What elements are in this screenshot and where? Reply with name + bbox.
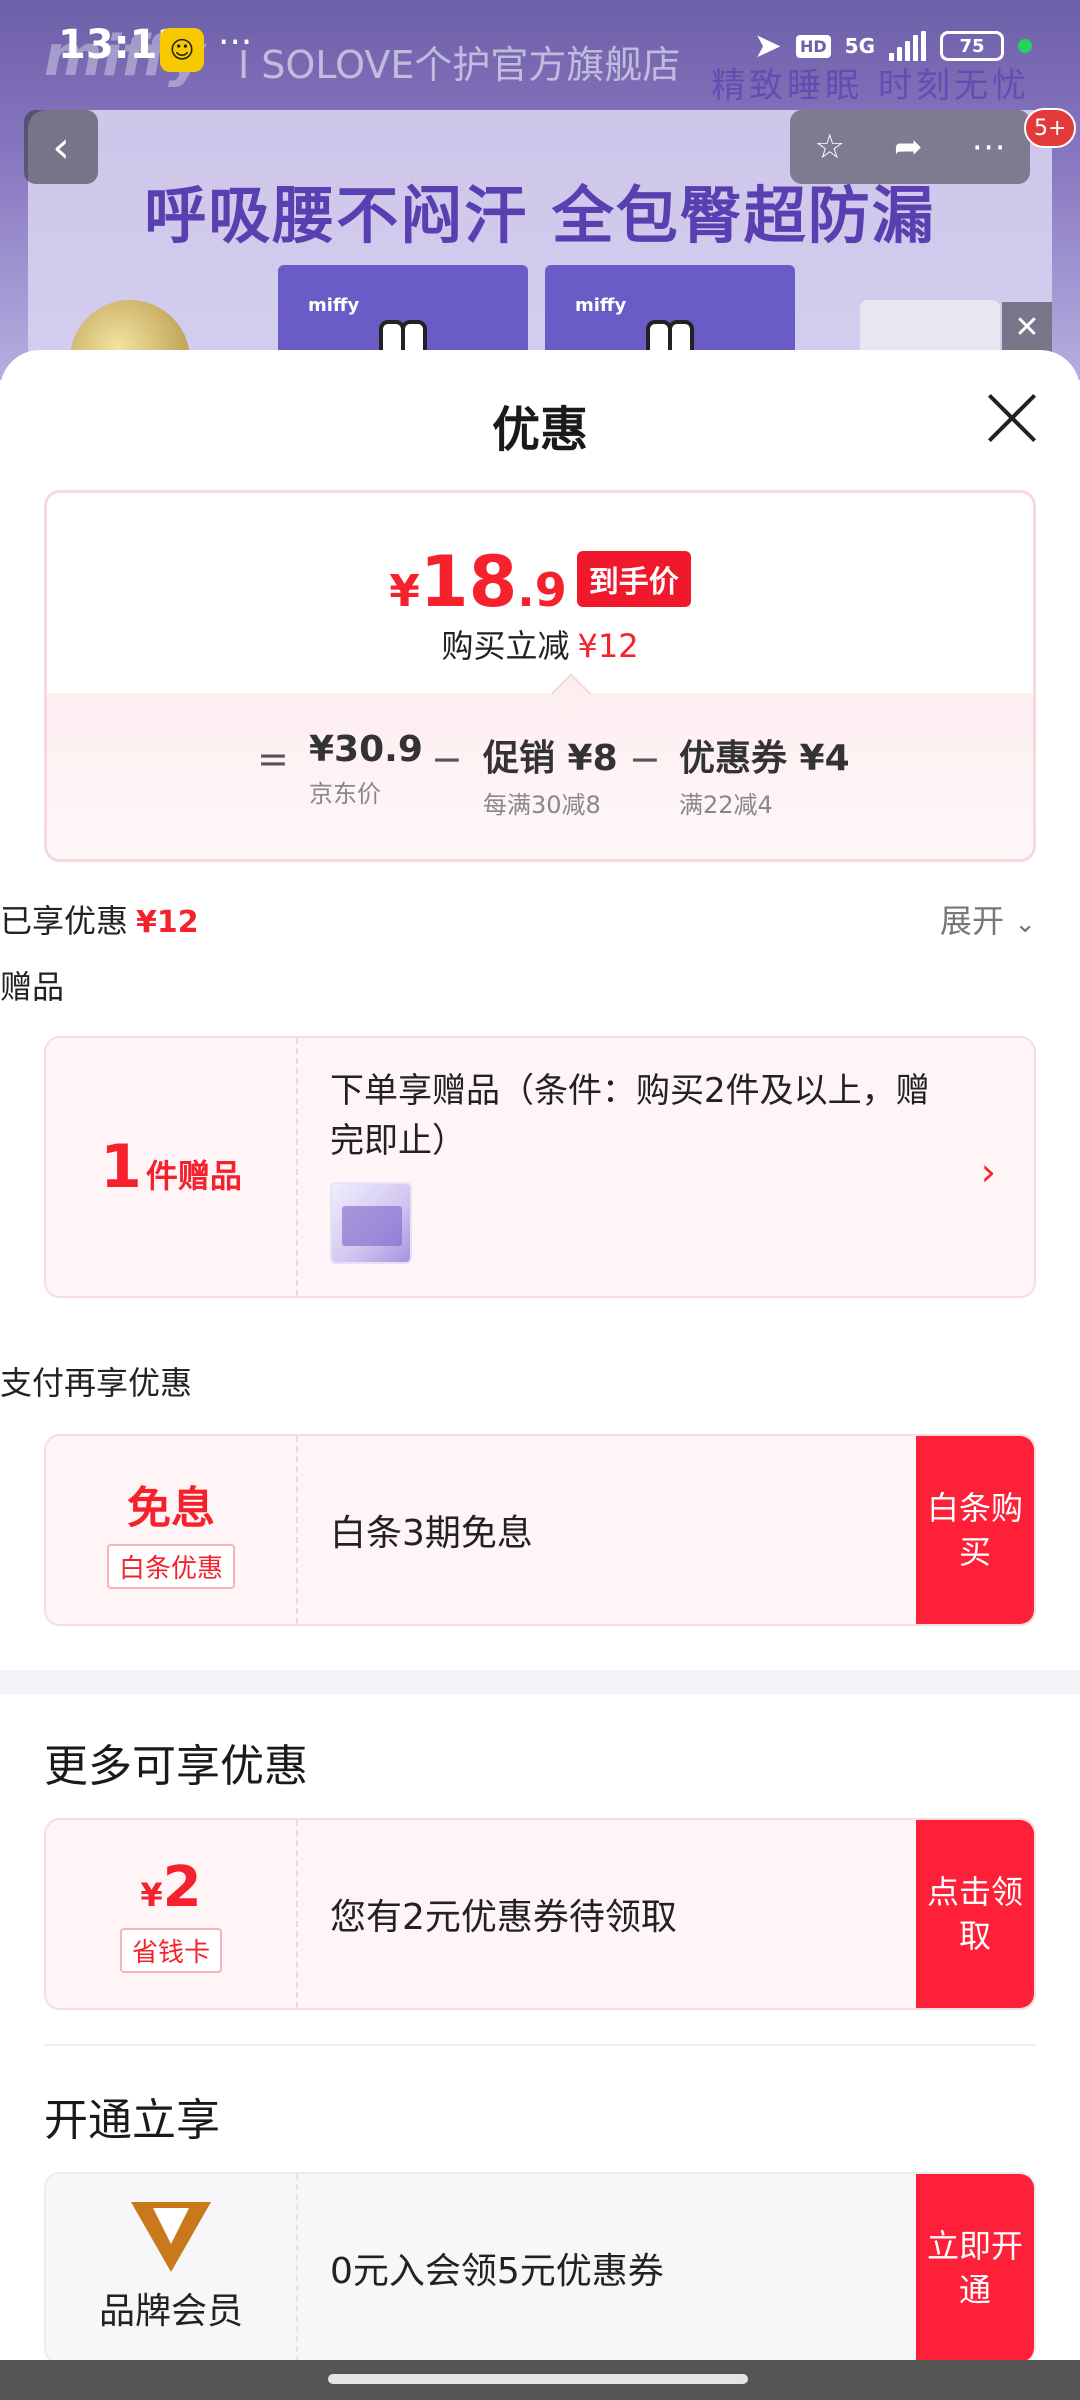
- brand-member-logo-icon: [131, 2202, 211, 2272]
- final-price-section: ¥18.9 到手价 购买立减 ¥12: [47, 493, 1033, 693]
- payment-section-label: 支付再享优惠: [0, 1364, 193, 1402]
- chevron-down-icon: ⌄: [1014, 909, 1036, 939]
- hd-icon: HD: [795, 34, 831, 58]
- membership-card: 品牌会员 0元入会领5元优惠券 立即开通: [44, 2172, 1036, 2360]
- saving-card-text: 您有2元优惠券待领取: [330, 1897, 677, 1938]
- saving-card-tag: 省钱卡: [119, 1928, 222, 1973]
- meituan-icon: ☺: [160, 28, 204, 72]
- back-button[interactable]: ‹: [24, 110, 98, 184]
- chevron-left-icon: ‹: [52, 121, 70, 173]
- expand-button[interactable]: 展开 ⌄: [940, 896, 1036, 942]
- price-calculation: = ¥30.9 京东价 − 促销 ¥8 每满30减8 − 优惠券 ¥4 满22减…: [47, 693, 1033, 859]
- divider: [44, 2044, 1036, 2046]
- final-price: ¥18.9: [389, 541, 567, 623]
- status-icons: ➤ HD 5G 75: [753, 26, 1032, 66]
- gift-count-panel: 1 件赠品: [46, 1038, 298, 1296]
- close-sheet-button[interactable]: [982, 388, 1042, 448]
- baitiao-buy-button[interactable]: 白条购买: [916, 1436, 1034, 1624]
- equals-sign: =: [257, 737, 289, 781]
- enjoyed-discount: 已享优惠 ¥12: [0, 902, 199, 940]
- join-membership-button[interactable]: 立即开通: [916, 2174, 1034, 2360]
- more-menu-icon[interactable]: ⋯: [971, 127, 1005, 167]
- membership-text: 0元入会领5元优惠券: [330, 2251, 664, 2292]
- membership-section-title: 开通立享: [44, 2095, 220, 2146]
- price-breakdown-card: ¥18.9 到手价 购买立减 ¥12 = ¥30.9 京东价 − 促销 ¥8 每满…: [44, 490, 1036, 862]
- gift-product-image[interactable]: [330, 1182, 412, 1264]
- interest-free-label: 免息: [127, 1482, 215, 1534]
- discount-sheet: 优惠 ¥18.9 到手价 购买立减 ¥12 = ¥30.9 京东价 − 促销 ¥8…: [0, 350, 1080, 2360]
- signal-icon: [889, 31, 926, 61]
- installment-tag-panel: 免息 白条优惠: [46, 1436, 298, 1624]
- membership-logo-panel: 品牌会员: [46, 2174, 298, 2360]
- top-action-group: ☆ ➦ ⋯: [790, 110, 1030, 184]
- saving-card-panel: ¥2 省钱卡: [46, 1820, 298, 2008]
- installment-card: 免息 白条优惠 白条3期免息 白条购买: [44, 1434, 1036, 1626]
- sheet-title: 优惠: [491, 402, 588, 458]
- coupon-amount: ¥2: [140, 1855, 202, 1920]
- instant-discount: 购买立减 ¥12: [441, 627, 639, 665]
- gifts-section-label: 赠品: [0, 968, 65, 1006]
- network-label: 5G: [844, 34, 875, 58]
- minus-sign: −: [431, 737, 463, 781]
- status-bar: 13:12 ☺ ··· ➤ HD 5G 75: [0, 0, 1080, 96]
- section-divider: [0, 1670, 1080, 1694]
- baitiao-tag: 白条优惠: [106, 1543, 235, 1589]
- jd-price-item: ¥30.9 京东价: [309, 729, 423, 808]
- privacy-indicator-icon: [1018, 39, 1032, 53]
- home-gesture-handle[interactable]: [328, 2374, 748, 2384]
- battery-icon: 75: [940, 31, 1004, 61]
- gift-count: 1 件赠品: [100, 1132, 242, 1202]
- close-icon[interactable]: ✕: [1002, 302, 1052, 352]
- chevron-right-icon[interactable]: ›: [981, 1150, 996, 1194]
- more-offers-title: 更多可享优惠: [44, 1741, 308, 1792]
- brand-member-label: 品牌会员: [98, 2291, 243, 2332]
- coupon-item: 优惠券 ¥4 满22减4: [679, 738, 850, 819]
- more-notifications-icon: ···: [218, 22, 253, 63]
- favorite-star-icon[interactable]: ☆: [815, 127, 845, 167]
- installment-text: 白条3期免息: [330, 1513, 533, 1554]
- minus-sign: −: [629, 737, 661, 781]
- saving-card: ¥2 省钱卡 您有2元优惠券待领取 点击领取: [44, 1818, 1036, 2010]
- gift-description: 下单享赠品（条件：购买2件及以上，赠完即止）: [330, 1071, 930, 1161]
- message-count-badge: 5+: [1024, 108, 1077, 148]
- claim-coupon-button[interactable]: 点击领取: [916, 1820, 1034, 2008]
- final-price-badge: 到手价: [576, 551, 691, 607]
- share-icon[interactable]: ➦: [894, 127, 923, 167]
- gift-card[interactable]: 1 件赠品 下单享赠品（条件：购买2件及以上，赠完即止） ›: [44, 1036, 1036, 1298]
- promo-item: 促销 ¥8 每满30减8: [483, 738, 618, 819]
- location-arrow-icon: ➤: [753, 26, 782, 66]
